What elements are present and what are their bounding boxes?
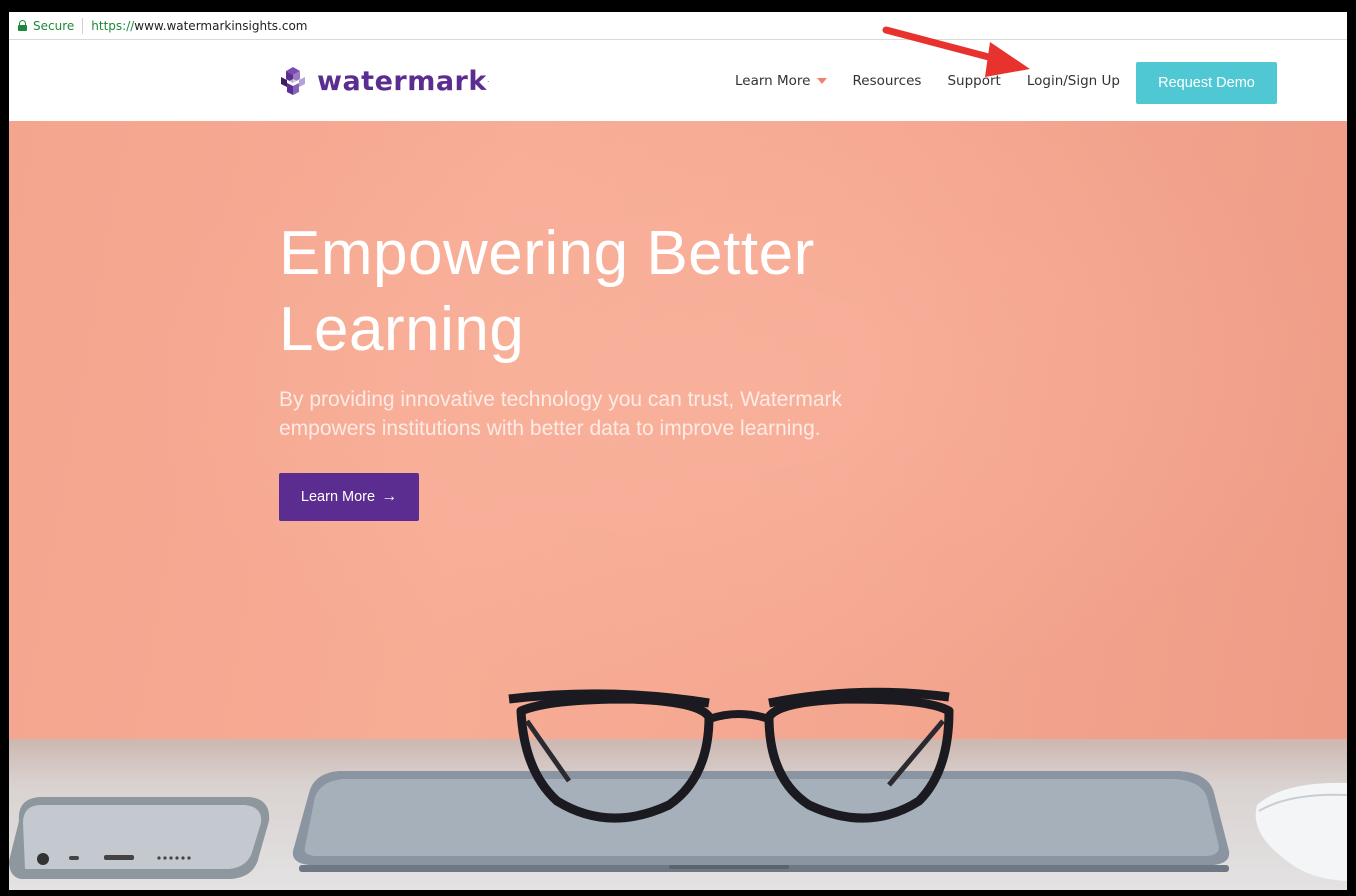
url-text[interactable]: https://www.watermarkinsights.com (91, 19, 307, 33)
nav-support[interactable]: Support (947, 73, 1000, 89)
arrow-right-icon: → (381, 488, 398, 505)
lock-icon (18, 20, 27, 31)
site-header: watermark · Learn More Resources Support… (9, 41, 1347, 121)
nav-login-signup[interactable]: Login/Sign Up (1027, 73, 1120, 89)
site-logo[interactable]: watermark · (277, 65, 490, 97)
nav-learn-more[interactable]: Learn More (735, 73, 827, 89)
hero-title: Empowering Better Learning (279, 216, 979, 368)
logo-trademark: · (486, 76, 490, 86)
hero-learn-more-button[interactable]: Learn More → (279, 473, 419, 521)
browser-viewport: Secure https://www.watermarkinsights.com (9, 12, 1347, 890)
logo-wordmark: watermark (317, 65, 487, 97)
screenshot-frame: Secure https://www.watermarkinsights.com (0, 0, 1356, 896)
url-scheme: https:// (91, 18, 135, 33)
hero-section: Empowering Better Learning By providing … (9, 121, 1347, 890)
security-label: Secure (33, 18, 75, 33)
caret-down-icon (816, 78, 827, 84)
main-nav: Learn More Resources Support Login/Sign … (735, 41, 1120, 121)
nav-resources[interactable]: Resources (853, 73, 922, 89)
phone-image (9, 797, 270, 879)
hero-title-line-2: Learning (279, 295, 525, 364)
url-host: www.watermarkinsights.com (134, 18, 308, 33)
address-divider (82, 17, 84, 34)
address-bar[interactable]: Secure https://www.watermarkinsights.com (9, 12, 1347, 40)
hero-subtitle-line-1: By providing innovative technology you c… (279, 388, 842, 411)
hero-title-line-1: Empowering Better (279, 219, 815, 288)
nav-learn-more-label: Learn More (735, 73, 811, 89)
hero-subtitle-line-2: empowers institutions with better data t… (279, 417, 821, 440)
request-demo-button[interactable]: Request Demo (1136, 62, 1277, 104)
watermark-logo-icon (281, 67, 305, 95)
hero-learn-more-label: Learn More (300, 489, 376, 505)
laptop-image (292, 771, 1230, 872)
mouse-image (1255, 782, 1347, 881)
hero-subtitle: By providing innovative technology you c… (279, 385, 919, 443)
